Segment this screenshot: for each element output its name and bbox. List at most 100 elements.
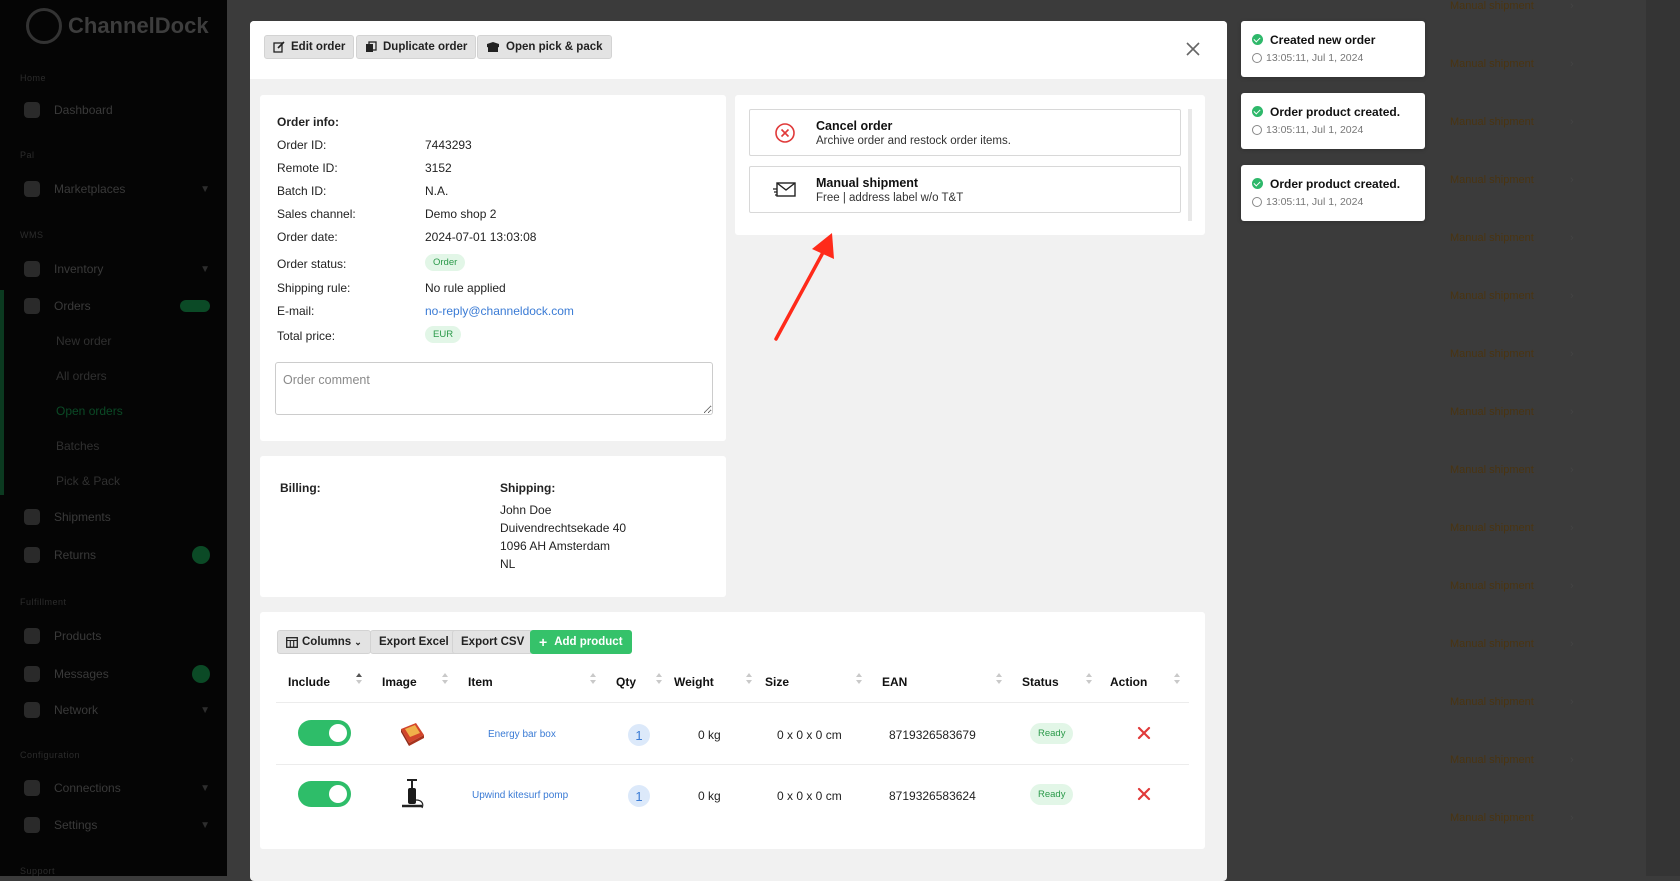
columns-dropdown-button[interactable]: Columns ⌄ — [277, 630, 371, 654]
sidebar-item-dashboard[interactable]: Dashboard — [24, 102, 210, 118]
order-comment-field[interactable] — [275, 362, 713, 415]
include-toggle[interactable] — [298, 720, 351, 746]
clock-icon — [1252, 197, 1262, 207]
sidebar-section-configuration: Configuration — [20, 750, 81, 760]
ean-value: 8719326583624 — [889, 789, 976, 803]
chevron-right-icon: › — [1570, 348, 1574, 360]
close-icon[interactable] — [1185, 41, 1203, 59]
column-header-size[interactable]: Size — [765, 675, 789, 689]
sidebar-item-products[interactable]: Products — [24, 628, 210, 644]
sort-icon[interactable] — [746, 672, 752, 686]
envelope-icon — [768, 180, 802, 200]
sidebar-item-returns[interactable]: Returns — [24, 546, 210, 564]
clock-icon — [1252, 125, 1262, 135]
include-toggle[interactable] — [298, 781, 351, 807]
sidebar-item-inventory[interactable]: Inventory ▼ — [24, 261, 210, 277]
billing-label: Billing: — [280, 481, 321, 495]
notification-toast[interactable]: Created new order 13:05:11, Jul 1, 2024 — [1241, 21, 1425, 77]
status-badge: Ready — [1030, 723, 1074, 744]
column-header-qty[interactable]: Qty — [616, 675, 636, 689]
background-row-shipping-method: Manual shipment — [1450, 232, 1534, 244]
sidebar-item-label: Network — [54, 703, 99, 717]
column-header-status[interactable]: Status — [1022, 675, 1059, 689]
shipping-rule-label: Shipping rule: — [277, 281, 351, 295]
export-excel-button[interactable]: Export Excel — [370, 630, 458, 654]
delete-row-icon[interactable] — [1137, 726, 1151, 740]
notification-time: 13:05:11, Jul 1, 2024 — [1252, 124, 1363, 136]
sidebar-item-marketplaces[interactable]: Marketplaces ▼ — [24, 181, 210, 197]
sidebar: ChannelDock Home Dashboard Pal Marketpla… — [0, 0, 227, 876]
order-status-label: Order status: — [277, 257, 347, 271]
returns-count-badge — [192, 546, 210, 564]
email-link[interactable]: no-reply@channeldock.com — [425, 304, 574, 318]
delete-row-icon[interactable] — [1137, 787, 1151, 801]
chevron-down-icon: ▼ — [200, 183, 210, 195]
column-header-image[interactable]: Image — [382, 675, 417, 689]
column-header-item[interactable]: Item — [468, 675, 493, 689]
column-header-include[interactable]: Include — [288, 675, 330, 689]
sidebar-item-messages[interactable]: Messages — [24, 665, 210, 683]
item-link[interactable]: Upwind kitesurf pomp — [472, 790, 568, 801]
column-header-action[interactable]: Action — [1110, 675, 1147, 689]
sidebar-item-orders[interactable]: Orders — [24, 298, 210, 314]
sidebar-subitem-all-orders[interactable]: All orders — [56, 369, 107, 383]
cancel-order-action[interactable]: Cancel order Archive order and restock o… — [749, 109, 1181, 156]
manual-shipment-title: Manual shipment — [816, 175, 919, 190]
chevron-right-icon: › — [1570, 174, 1574, 186]
item-link[interactable]: Energy bar box — [488, 729, 556, 740]
clock-icon — [1252, 53, 1262, 63]
email-label: E-mail: — [277, 304, 315, 318]
order-detail-modal: Edit order Duplicate order Open pick & p… — [250, 21, 1227, 881]
sort-icon[interactable] — [996, 672, 1002, 686]
column-header-ean[interactable]: EAN — [882, 675, 907, 689]
sidebar-item-settings[interactable]: Settings ▼ — [24, 817, 210, 833]
shipping-city: 1096 AH Amsterdam — [500, 539, 611, 553]
export-csv-button[interactable]: Export CSV — [452, 630, 534, 654]
edit-order-label: Edit order — [291, 41, 346, 53]
order-info-card: Order info: Order ID: 7443293 Remote ID: 3… — [260, 95, 726, 441]
sidebar-item-network[interactable]: Network ▼ — [24, 702, 210, 718]
chevron-right-icon: › — [1570, 638, 1574, 650]
sort-icon[interactable] — [356, 672, 362, 686]
sort-icon[interactable] — [856, 672, 862, 686]
size-value: 0 x 0 x 0 cm — [777, 728, 842, 742]
sales-channel-label: Sales channel: — [277, 207, 356, 221]
weight-value: 0 kg — [698, 728, 721, 742]
sidebar-subitem-pick-pack[interactable]: Pick & Pack — [56, 474, 120, 488]
notification-toast[interactable]: Order product created. 13:05:11, Jul 1, … — [1241, 93, 1425, 149]
actions-scrollbar[interactable] — [1188, 109, 1192, 221]
duplicate-order-button[interactable]: Duplicate order — [356, 35, 477, 59]
sort-icon[interactable] — [656, 672, 662, 686]
chevron-down-icon: ⌄ — [354, 636, 362, 647]
network-icon — [24, 702, 40, 718]
notification-time-text: 13:05:11, Jul 1, 2024 — [1266, 124, 1364, 136]
order-actions-card: Cancel order Archive order and restock o… — [735, 95, 1205, 235]
chevron-right-icon: › — [1570, 696, 1574, 708]
sidebar-subitem-new-order[interactable]: New order — [56, 334, 111, 348]
background-row-shipping-method: Manual shipment — [1450, 406, 1534, 418]
sidebar-subitem-open-orders[interactable]: Open orders — [56, 404, 123, 418]
background-row-shipping-method: Manual shipment — [1450, 638, 1534, 650]
sort-icon[interactable] — [1086, 672, 1092, 686]
add-product-button[interactable]: + Add product — [530, 630, 632, 654]
notification-toast[interactable]: Order product created. 13:05:11, Jul 1, … — [1241, 165, 1425, 221]
notification-title: Order product created. — [1270, 105, 1401, 119]
sort-icon[interactable] — [442, 672, 448, 686]
open-pick-pack-button[interactable]: Open pick & pack — [477, 35, 612, 59]
sidebar-item-shipments[interactable]: Shipments — [24, 509, 210, 525]
sidebar-item-connections[interactable]: Connections ▼ — [24, 780, 210, 796]
background-row-shipping-method: Manual shipment — [1450, 754, 1534, 766]
sort-icon[interactable] — [1174, 672, 1180, 686]
channeldock-logo[interactable]: ChannelDock — [26, 8, 209, 44]
remote-id-label: Remote ID: — [277, 161, 338, 175]
manual-shipment-action[interactable]: Manual shipment Free | address label w/o… — [749, 166, 1181, 213]
shipping-name: John Doe — [500, 503, 552, 517]
sidebar-subitem-batches[interactable]: Batches — [56, 439, 99, 453]
background-row-shipping-method: Manual shipment — [1450, 348, 1534, 360]
energy-bar-box-image — [398, 719, 426, 750]
column-header-weight[interactable]: Weight — [674, 675, 714, 689]
remote-id-row: Remote ID: 3152 — [277, 161, 452, 175]
edit-order-button[interactable]: Edit order — [264, 35, 355, 59]
chevron-down-icon: ▼ — [200, 782, 210, 794]
sort-icon[interactable] — [590, 672, 596, 686]
